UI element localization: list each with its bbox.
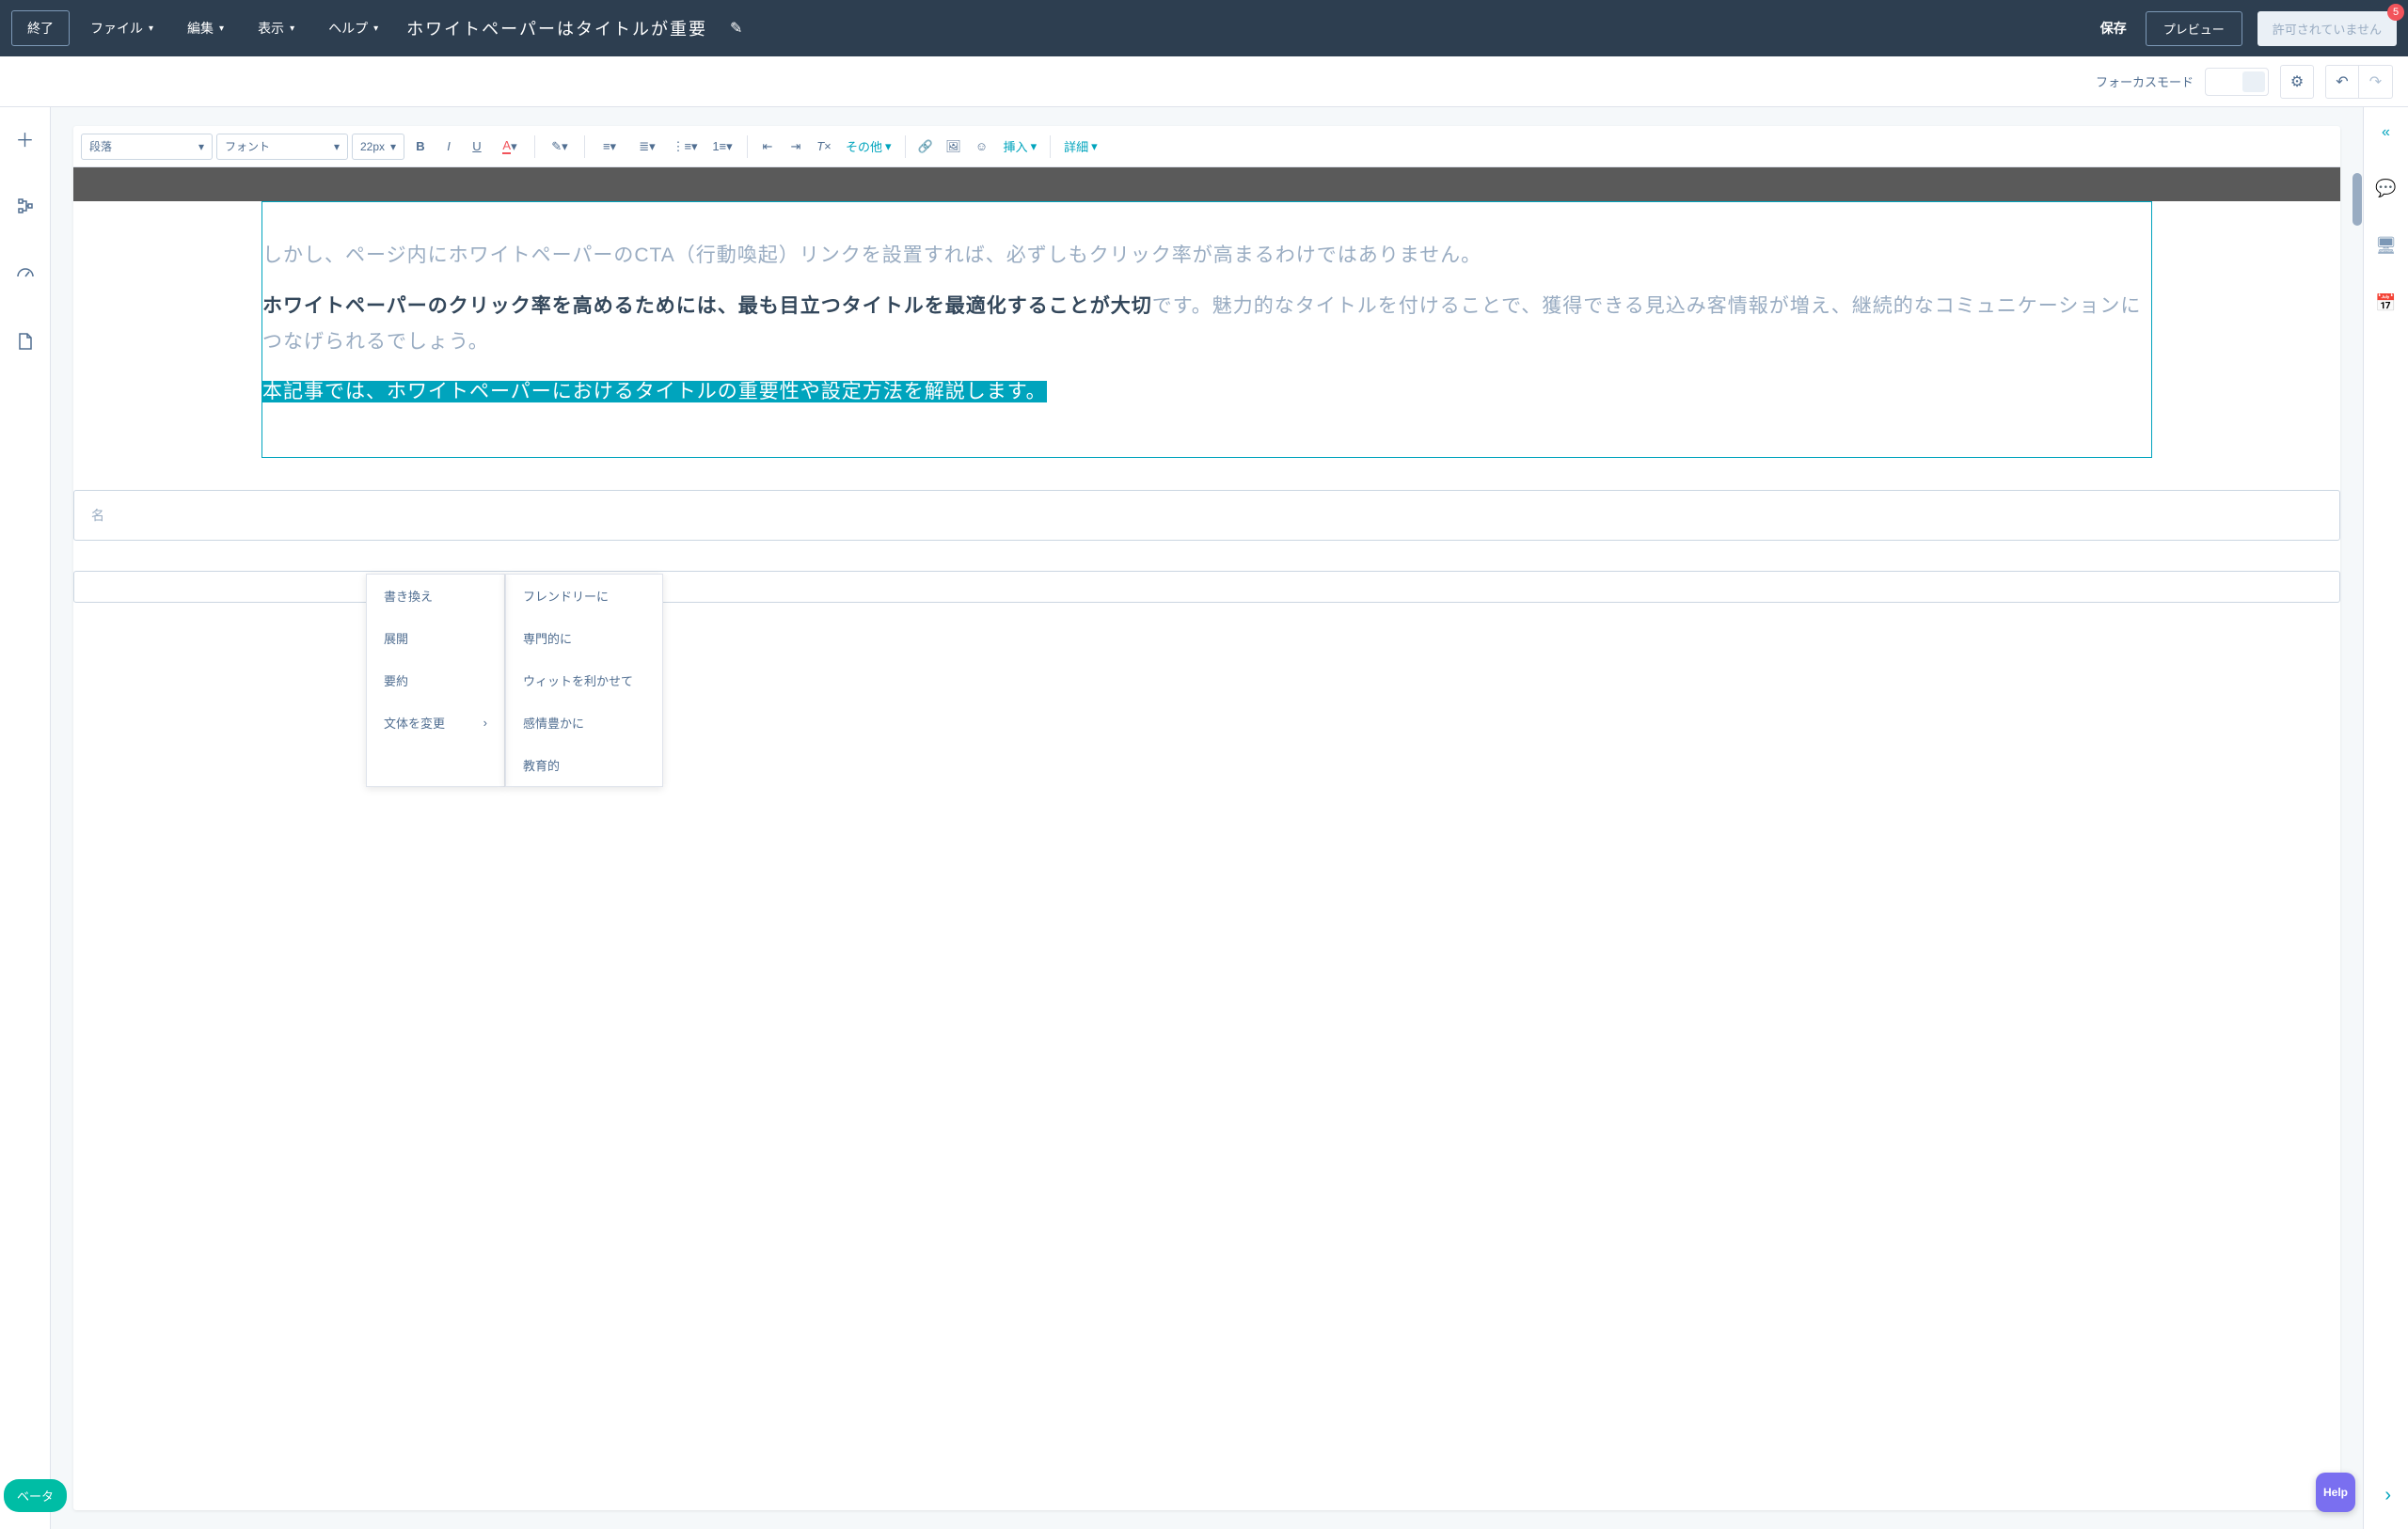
align-button[interactable]: ≡▾ bbox=[593, 134, 626, 159]
chevron-down-icon: ▾ bbox=[149, 24, 153, 34]
focus-mode-label: フォーカスモード bbox=[2096, 72, 2194, 90]
chevron-down-icon: ▾ bbox=[219, 24, 224, 34]
help-menu[interactable]: ヘルプ▾ bbox=[315, 11, 391, 45]
add-icon[interactable]: ＋ bbox=[11, 124, 40, 152]
undo-icon: ↶ bbox=[2336, 72, 2348, 91]
view-menu[interactable]: 表示▾ bbox=[245, 11, 308, 45]
help-button[interactable]: Help bbox=[2316, 1473, 2355, 1512]
ctx-emotional[interactable]: 感情豊かに bbox=[506, 701, 662, 744]
comment-icon[interactable]: 💬 bbox=[2375, 179, 2396, 198]
name-input[interactable]: 名 bbox=[73, 490, 2340, 541]
paragraph-1[interactable]: しかし、ページ内にホワイトペーパーのCTA（行動喚起）リンクを設置すれば、必ずし… bbox=[262, 238, 2151, 274]
left-sidebar: ＋ bbox=[0, 107, 51, 1529]
ctx-expand[interactable]: 展開 bbox=[367, 617, 504, 659]
exit-button[interactable]: 終了 bbox=[11, 10, 70, 46]
tree-icon[interactable] bbox=[11, 192, 40, 220]
top-bar: 終了 ファイル▾ 編集▾ 表示▾ ヘルプ▾ ホワイトペーパーはタイトルが重要 ✎… bbox=[0, 0, 2408, 56]
details-button[interactable]: 詳細▾ bbox=[1058, 134, 1103, 159]
underline-button[interactable]: U bbox=[465, 134, 489, 159]
redo-icon: ↷ bbox=[2369, 72, 2382, 91]
ctx-friendly[interactable]: フレンドリーに bbox=[506, 575, 662, 617]
gauge-icon[interactable] bbox=[11, 260, 40, 288]
disabled-button: 許可されていません 5 bbox=[2258, 11, 2397, 46]
undo-button[interactable]: ↶ bbox=[2325, 65, 2359, 99]
file-icon[interactable] bbox=[11, 327, 40, 355]
focus-mode-toggle[interactable] bbox=[2205, 68, 2269, 96]
emoji-button[interactable]: ☺ bbox=[970, 134, 994, 159]
right-sidebar: « 💬 🖥 📅 bbox=[2363, 107, 2408, 1529]
bullet-list-button[interactable]: ⋮≡▾ bbox=[668, 134, 702, 159]
chevron-down-icon: ▾ bbox=[198, 140, 204, 153]
content-area[interactable]: しかし、ページ内にホワイトペーパーのCTA（行動喚起）リンクを設置すれば、必ずし… bbox=[73, 201, 2340, 458]
ctx-witty[interactable]: ウィットを利かせて bbox=[506, 659, 662, 701]
chevron-down-icon: ▾ bbox=[290, 24, 294, 34]
calendar-icon[interactable]: 📅 bbox=[2375, 293, 2396, 313]
context-menu-col1: 書き換え 展開 要約 文体を変更› bbox=[366, 574, 505, 787]
paragraph-2[interactable]: ホワイトペーパーのクリック率を高めるためには、最も目立つタイトルを最適化すること… bbox=[262, 289, 2151, 360]
indent-button[interactable]: ⇥ bbox=[784, 134, 808, 159]
image-button[interactable]: 🖼 bbox=[942, 134, 966, 159]
size-select[interactable]: 22px▾ bbox=[352, 134, 404, 160]
content-editable-region[interactable]: しかし、ページ内にホワイトペーパーのCTA（行動喚起）リンクを設置すれば、必ずし… bbox=[261, 201, 2152, 458]
outdent-button[interactable]: ⇤ bbox=[755, 134, 780, 159]
gear-icon: ⚙ bbox=[2290, 72, 2304, 91]
vertical-scrollbar[interactable] bbox=[2352, 107, 2363, 1529]
canvas-area: 段落▾ フォント▾ 22px▾ B I U A ▾ ✎▾ ≡▾ ≣▾ ⋮≡▾ 1… bbox=[51, 107, 2363, 1529]
italic-button[interactable]: I bbox=[436, 134, 461, 159]
highlight-button[interactable]: ✎▾ bbox=[543, 134, 577, 159]
expand-chevron[interactable]: › bbox=[2384, 1485, 2391, 1506]
link-button[interactable]: 🔗 bbox=[913, 134, 938, 159]
edit-menu[interactable]: 編集▾ bbox=[174, 11, 237, 45]
collapse-icon[interactable]: « bbox=[2382, 124, 2390, 141]
chevron-down-icon: ▾ bbox=[390, 140, 396, 153]
clear-format-button[interactable]: T× bbox=[812, 134, 836, 159]
ctx-rewrite[interactable]: 書き換え bbox=[367, 575, 504, 617]
ctx-summarize[interactable]: 要約 bbox=[367, 659, 504, 701]
paragraph-select[interactable]: 段落▾ bbox=[81, 134, 213, 160]
redo-button[interactable]: ↷ bbox=[2359, 65, 2393, 99]
other-button[interactable]: その他▾ bbox=[840, 134, 897, 159]
ctx-educational[interactable]: 教育的 bbox=[506, 744, 662, 786]
monitor-icon[interactable]: 🖥 bbox=[2375, 236, 2397, 256]
chevron-right-icon: › bbox=[483, 716, 487, 730]
beta-badge[interactable]: ベータ bbox=[4, 1479, 67, 1512]
save-button[interactable]: 保存 bbox=[2100, 19, 2127, 38]
settings-button[interactable]: ⚙ bbox=[2280, 65, 2314, 99]
file-menu[interactable]: ファイル▾ bbox=[77, 11, 166, 45]
ctx-change-style[interactable]: 文体を変更› bbox=[367, 701, 504, 744]
chevron-down-icon: ▾ bbox=[334, 140, 340, 153]
main-layout: ＋ 段落▾ フォント▾ 22px▾ B I U A ▾ ✎▾ ≡▾ bbox=[0, 107, 2408, 1529]
context-menu-col2: フレンドリーに 専門的に ウィットを利かせて 感情豊かに 教育的 bbox=[505, 574, 663, 787]
editor-toolbar: 段落▾ フォント▾ 22px▾ B I U A ▾ ✎▾ ≡▾ ≣▾ ⋮≡▾ 1… bbox=[73, 126, 2340, 167]
chevron-down-icon: ▾ bbox=[373, 24, 378, 34]
editor-panel: 段落▾ フォント▾ 22px▾ B I U A ▾ ✎▾ ≡▾ ≣▾ ⋮≡▾ 1… bbox=[73, 126, 2340, 1510]
ctx-professional[interactable]: 専門的に bbox=[506, 617, 662, 659]
text-color-button[interactable]: A ▾ bbox=[493, 134, 527, 159]
font-select[interactable]: フォント▾ bbox=[216, 134, 348, 160]
paragraph-3-selected[interactable]: 本記事では、ホワイトペーパーにおけるタイトルの重要性や設定方法を解説します。 bbox=[262, 374, 2151, 410]
ai-context-menu: 書き換え 展開 要約 文体を変更› フレンドリーに 専門的に ウィットを利かせて… bbox=[366, 574, 663, 787]
pencil-icon[interactable]: ✎ bbox=[730, 19, 742, 38]
insert-button[interactable]: 挿入▾ bbox=[998, 134, 1043, 159]
preview-button[interactable]: プレビュー bbox=[2146, 11, 2242, 46]
notification-badge: 5 bbox=[2387, 4, 2404, 21]
line-height-button[interactable]: ≣▾ bbox=[630, 134, 664, 159]
header-band bbox=[73, 167, 2340, 201]
number-list-button[interactable]: 1≡▾ bbox=[705, 134, 739, 159]
bold-button[interactable]: B bbox=[408, 134, 433, 159]
sub-bar: フォーカスモード ⚙ ↶ ↷ bbox=[0, 56, 2408, 107]
scroll-thumb[interactable] bbox=[2353, 173, 2362, 226]
page-title: ホワイトペーパーはタイトルが重要 bbox=[399, 16, 715, 40]
